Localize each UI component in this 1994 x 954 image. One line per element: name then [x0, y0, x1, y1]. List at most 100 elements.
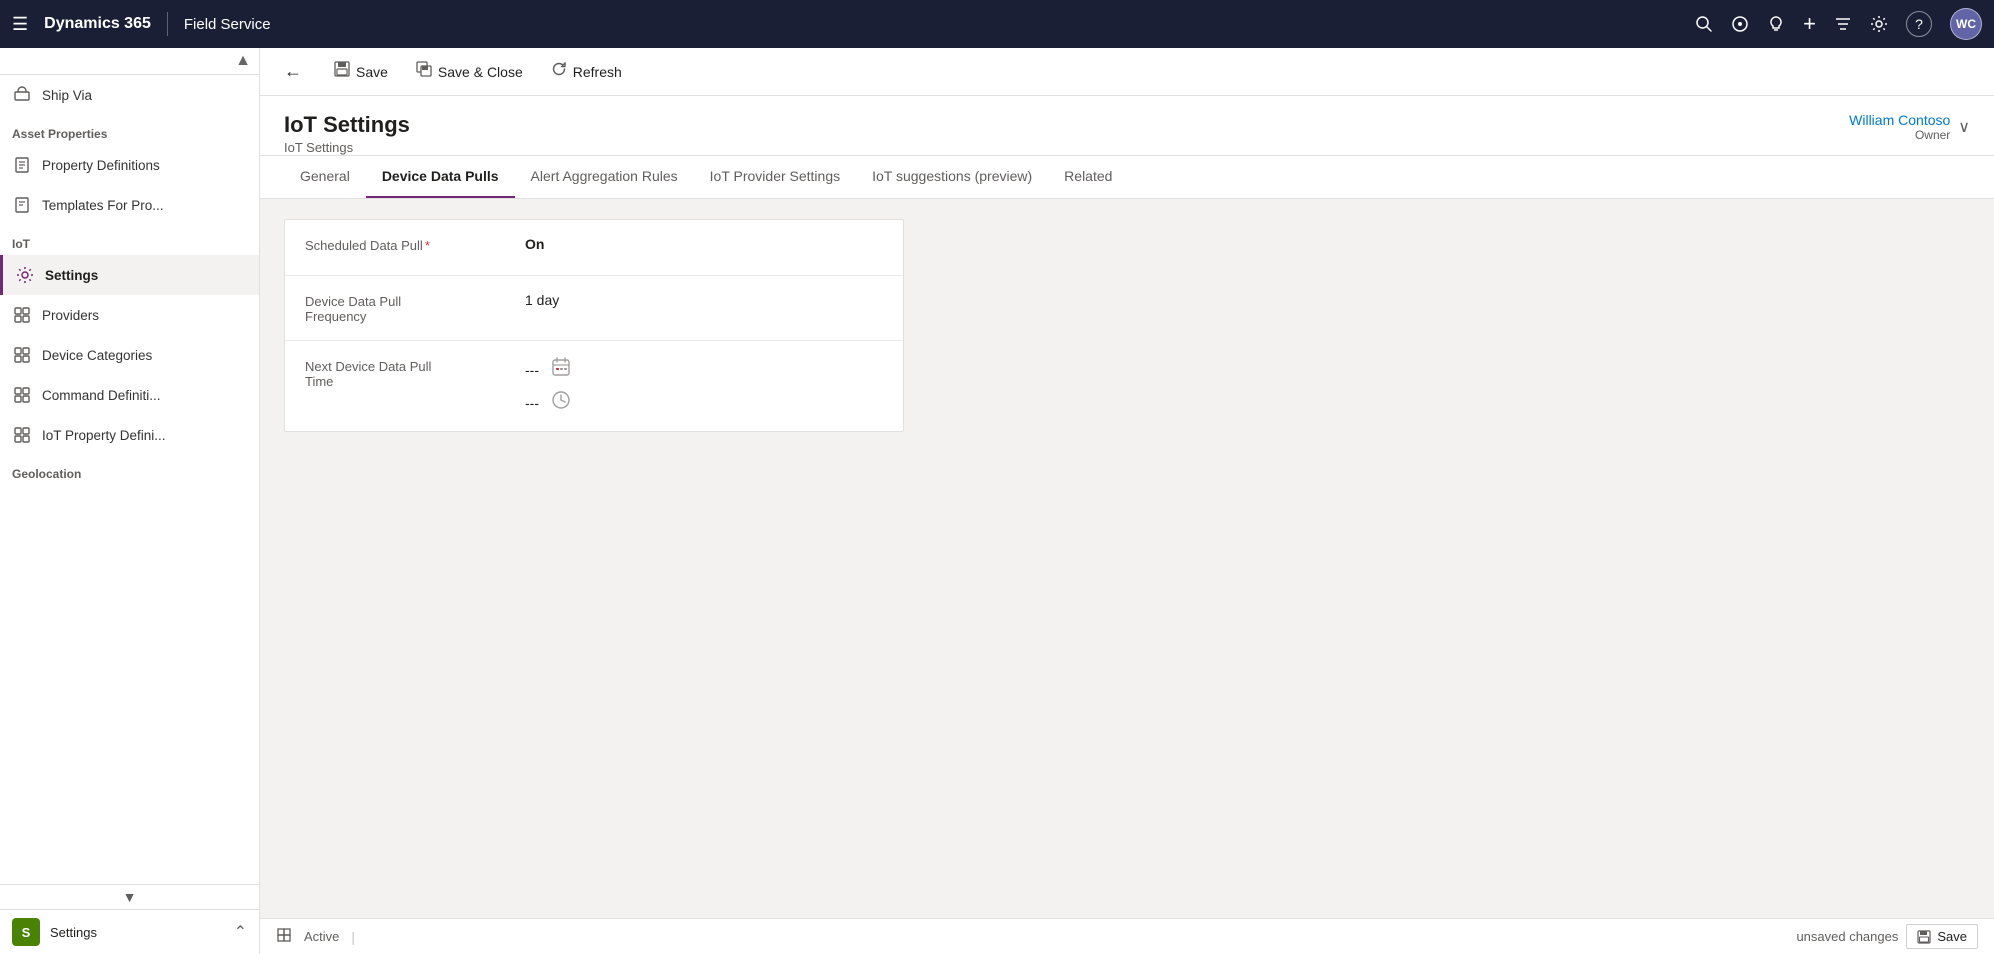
owner-label: Owner: [1849, 128, 1950, 142]
next-pull-date-row: ---: [525, 357, 883, 382]
bulb-icon[interactable]: [1767, 15, 1785, 33]
page-header-right: William Contoso Owner ∨: [1849, 112, 1970, 142]
status-separator: |: [351, 929, 355, 945]
sidebar-item-device-categories-label: Device Categories: [42, 348, 152, 363]
status-right: unsaved changes Save: [1796, 924, 1978, 949]
page-title: IoT Settings: [284, 112, 410, 138]
status-left: Active |: [276, 927, 355, 946]
sidebar-scroll-up: ▲: [0, 48, 259, 75]
main-layout: ▲ Ship Via Asset Properties Property Def…: [0, 48, 1994, 954]
sidebar: ▲ Ship Via Asset Properties Property Def…: [0, 48, 260, 954]
sidebar-bottom: S Settings ⌃: [0, 909, 259, 954]
question-icon[interactable]: ?: [1906, 11, 1932, 37]
save-close-icon: [416, 61, 432, 82]
status-save-button[interactable]: Save: [1906, 924, 1978, 949]
sidebar-item-property-definitions-label: Property Definitions: [42, 158, 160, 173]
refresh-icon: [551, 61, 567, 82]
sidebar-item-settings[interactable]: Settings: [0, 255, 259, 295]
sidebar-item-command-definiti[interactable]: Command Definiti...: [0, 375, 259, 415]
iot-settings-icon: [15, 265, 35, 285]
brand-name: Dynamics 365: [44, 15, 151, 33]
frequency-value: 1 day: [525, 292, 883, 308]
nav-divider: [167, 12, 168, 36]
next-pull-time-label: Next Device Data PullTime: [305, 357, 525, 389]
target-icon[interactable]: [1731, 15, 1749, 33]
hamburger-icon[interactable]: ☰: [12, 14, 28, 35]
sidebar-item-property-definitions[interactable]: Property Definitions: [0, 145, 259, 185]
calendar-button[interactable]: [551, 357, 571, 382]
sidebar-item-iot-property-defini-label: IoT Property Defini...: [42, 428, 166, 443]
save-label: Save: [356, 64, 388, 80]
sidebar-item-providers[interactable]: Providers: [0, 295, 259, 335]
sidebar-item-settings-label: Settings: [45, 268, 98, 283]
tab-iot-suggestions[interactable]: IoT suggestions (preview): [856, 156, 1048, 198]
next-pull-time-value: ---: [525, 395, 539, 411]
sidebar-item-iot-property-defini[interactable]: IoT Property Defini...: [0, 415, 259, 455]
back-button[interactable]: ←: [276, 57, 310, 86]
settings-icon[interactable]: [1870, 15, 1888, 33]
scheduled-data-pull-value: On: [525, 236, 883, 252]
iot-property-defini-icon: [12, 425, 32, 445]
sidebar-bottom-expand-button[interactable]: ⌃: [234, 922, 247, 942]
header-chevron-down-button[interactable]: ∨: [1958, 117, 1970, 137]
user-avatar[interactable]: WC: [1950, 8, 1982, 40]
tab-iot-provider-settings[interactable]: IoT Provider Settings: [694, 156, 856, 198]
save-button[interactable]: Save: [322, 55, 400, 88]
scheduled-data-pull-label: Scheduled Data Pull*: [305, 236, 525, 253]
sidebar-item-providers-label: Providers: [42, 308, 99, 323]
filter-icon[interactable]: [1834, 15, 1852, 33]
save-close-label: Save & Close: [438, 64, 523, 80]
nav-icons: + ? WC: [1695, 8, 1982, 40]
status-bar: Active | unsaved changes Save: [260, 918, 1994, 954]
unsaved-text: unsaved changes: [1796, 929, 1898, 944]
property-definitions-icon: [12, 155, 32, 175]
form-container: IoT Settings IoT Settings William Contos…: [260, 96, 1994, 918]
status-save-label: Save: [1937, 929, 1967, 944]
toolbar: ← Save Save & Close Refresh: [260, 48, 1994, 96]
next-pull-time-row: ---: [525, 390, 883, 415]
owner-name[interactable]: William Contoso: [1849, 112, 1950, 128]
form-content: Scheduled Data Pull* On Device Data Pull…: [260, 199, 1994, 452]
sidebar-group-iot: IoT: [0, 225, 259, 255]
sidebar-scroll-area: Ship Via Asset Properties Property Defin…: [0, 75, 259, 884]
refresh-button[interactable]: Refresh: [539, 55, 634, 88]
expand-icon[interactable]: [276, 927, 292, 946]
save-icon: [334, 61, 350, 82]
command-definiti-icon: [12, 385, 32, 405]
sidebar-scroll-down-button[interactable]: ▼: [123, 889, 137, 905]
tab-related[interactable]: Related: [1048, 156, 1128, 198]
clock-button[interactable]: [551, 390, 571, 415]
ship-via-icon: [12, 85, 32, 105]
search-icon[interactable]: [1695, 15, 1713, 33]
page-header: IoT Settings IoT Settings William Contos…: [260, 96, 1994, 156]
sidebar-item-templates-label: Templates For Pro...: [42, 198, 164, 213]
page-header-left: IoT Settings IoT Settings: [284, 112, 410, 155]
providers-icon: [12, 305, 32, 325]
sidebar-item-ship-via[interactable]: Ship Via: [0, 75, 259, 115]
owner-info: William Contoso Owner: [1849, 112, 1950, 142]
tab-alert-aggregation-rules[interactable]: Alert Aggregation Rules: [515, 156, 694, 198]
app-name: Field Service: [184, 16, 1695, 33]
device-categories-icon: [12, 345, 32, 365]
form-row-next-pull-time: Next Device Data PullTime ---: [285, 341, 903, 431]
sidebar-bottom-label: Settings: [50, 925, 224, 940]
top-nav: ☰ Dynamics 365 Field Service + ? WC: [0, 0, 1994, 48]
sidebar-item-device-categories[interactable]: Device Categories: [0, 335, 259, 375]
form-card: Scheduled Data Pull* On Device Data Pull…: [284, 219, 904, 432]
content-area: ← Save Save & Close Refresh: [260, 48, 1994, 954]
status-text: Active: [304, 929, 339, 944]
sidebar-up-button[interactable]: ▲: [235, 52, 251, 70]
sidebar-item-command-definiti-label: Command Definiti...: [42, 388, 161, 403]
sidebar-bottom-avatar: S: [12, 918, 40, 946]
page-subtitle: IoT Settings: [284, 140, 410, 155]
refresh-label: Refresh: [573, 64, 622, 80]
plus-icon[interactable]: +: [1803, 11, 1816, 37]
save-close-button[interactable]: Save & Close: [404, 55, 535, 88]
sidebar-item-templates[interactable]: Templates For Pro...: [0, 185, 259, 225]
next-pull-time-values: ---: [525, 357, 883, 415]
next-pull-date-value: ---: [525, 362, 539, 378]
frequency-label: Device Data PullFrequency: [305, 292, 525, 324]
tab-general[interactable]: General: [284, 156, 366, 198]
form-row-scheduled-data-pull: Scheduled Data Pull* On: [285, 220, 903, 276]
tab-device-data-pulls[interactable]: Device Data Pulls: [366, 156, 515, 198]
